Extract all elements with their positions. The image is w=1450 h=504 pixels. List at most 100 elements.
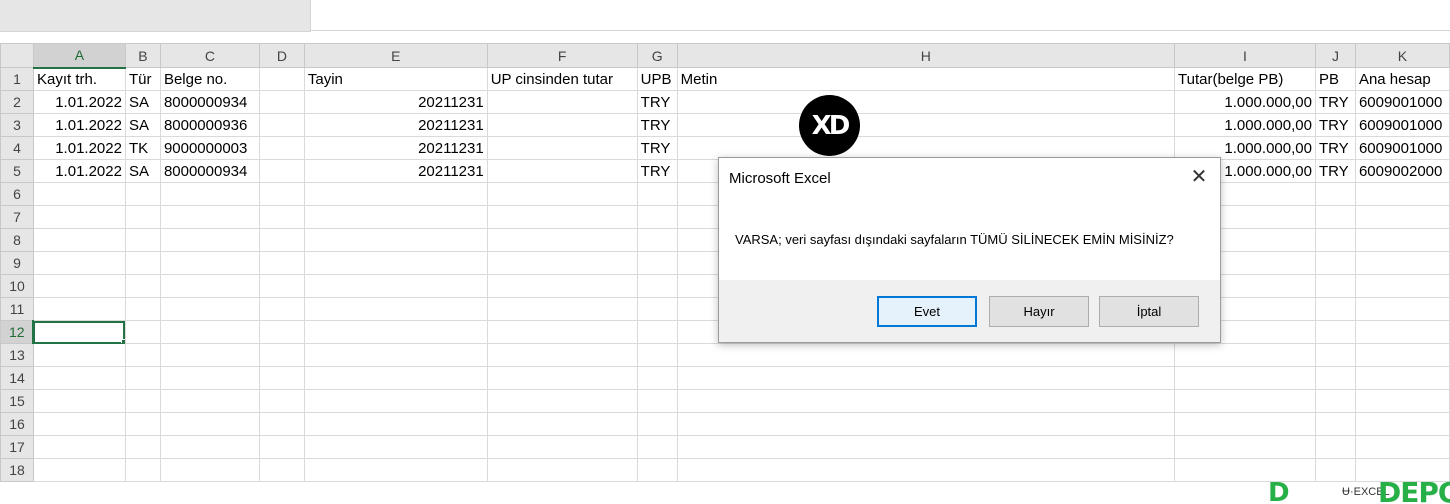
cell-i2[interactable]: 1.000.000,00 <box>1174 90 1316 114</box>
row-header-10[interactable]: 10 <box>0 274 34 298</box>
cell-c2[interactable]: 8000000934 <box>159 90 260 114</box>
cell-g11[interactable] <box>636 297 678 321</box>
cell-b17[interactable] <box>124 435 161 459</box>
cell-k11[interactable] <box>1354 297 1450 321</box>
cell-c1[interactable]: Belge no. <box>159 67 260 91</box>
cell-b2[interactable]: SA <box>124 90 161 114</box>
cell-e14[interactable] <box>303 366 488 390</box>
cell-e8[interactable] <box>303 228 488 252</box>
cell-i1[interactable]: Tutar(belge PB) <box>1174 67 1316 91</box>
cell-h1[interactable]: Metin <box>676 67 1176 91</box>
cell-c14[interactable] <box>159 366 260 390</box>
cell-f11[interactable] <box>486 297 638 321</box>
column-header-c[interactable]: C <box>159 43 260 68</box>
column-header-g[interactable]: G <box>636 43 678 68</box>
cell-f5[interactable] <box>486 159 638 183</box>
cell-a14[interactable] <box>32 366 126 390</box>
cell-d17[interactable] <box>258 435 305 459</box>
cell-e6[interactable] <box>303 182 488 206</box>
cell-d2[interactable] <box>258 90 305 114</box>
cell-e17[interactable] <box>303 435 488 459</box>
row-header-13[interactable]: 13 <box>0 343 34 367</box>
cell-c6[interactable] <box>159 182 260 206</box>
cell-e16[interactable] <box>303 412 488 436</box>
cell-j14[interactable] <box>1314 366 1356 390</box>
cell-d13[interactable] <box>258 343 305 367</box>
cell-j10[interactable] <box>1314 274 1356 298</box>
cell-d12[interactable] <box>258 320 305 344</box>
cell-d9[interactable] <box>258 251 305 275</box>
column-header-d[interactable]: D <box>258 43 305 68</box>
cell-i16[interactable] <box>1174 412 1316 436</box>
cell-f18[interactable] <box>486 458 638 482</box>
cell-a9[interactable] <box>32 251 126 275</box>
cell-a16[interactable] <box>32 412 126 436</box>
cell-c3[interactable]: 8000000936 <box>159 113 260 137</box>
cell-c13[interactable] <box>159 343 260 367</box>
cell-e9[interactable] <box>303 251 488 275</box>
cell-j4[interactable]: TRY <box>1314 136 1356 160</box>
column-header-i[interactable]: I <box>1174 43 1316 68</box>
cell-k4[interactable]: 6009001000 <box>1354 136 1450 160</box>
cell-e13[interactable] <box>303 343 488 367</box>
cell-k5[interactable]: 6009002000 <box>1354 159 1450 183</box>
cell-a8[interactable] <box>32 228 126 252</box>
cell-k10[interactable] <box>1354 274 1450 298</box>
cell-k6[interactable] <box>1354 182 1450 206</box>
row-header-1[interactable]: 1 <box>0 67 34 91</box>
close-icon[interactable]: ✕ <box>1188 166 1210 188</box>
cell-a11[interactable] <box>32 297 126 321</box>
cell-g17[interactable] <box>636 435 678 459</box>
cell-c18[interactable] <box>159 458 260 482</box>
cell-j7[interactable] <box>1314 205 1356 229</box>
column-header-h[interactable]: H <box>676 43 1176 68</box>
cell-g9[interactable] <box>636 251 678 275</box>
cell-d6[interactable] <box>258 182 305 206</box>
cell-j5[interactable]: TRY <box>1314 159 1356 183</box>
cell-j12[interactable] <box>1314 320 1356 344</box>
cell-b12[interactable] <box>124 320 161 344</box>
cell-i3[interactable]: 1.000.000,00 <box>1174 113 1316 137</box>
cell-b4[interactable]: TK <box>124 136 161 160</box>
cell-f17[interactable] <box>486 435 638 459</box>
cell-f9[interactable] <box>486 251 638 275</box>
cell-e7[interactable] <box>303 205 488 229</box>
cell-k14[interactable] <box>1354 366 1450 390</box>
row-header-4[interactable]: 4 <box>0 136 34 160</box>
cell-e5[interactable]: 20211231 <box>303 159 488 183</box>
cell-f6[interactable] <box>486 182 638 206</box>
cell-f1[interactable]: UP cinsinden tutar <box>486 67 638 91</box>
cell-f15[interactable] <box>486 389 638 413</box>
row-header-11[interactable]: 11 <box>0 297 34 321</box>
cell-g1[interactable]: UPB <box>636 67 678 91</box>
cell-j3[interactable]: TRY <box>1314 113 1356 137</box>
cell-a3[interactable]: 1.01.2022 <box>32 113 126 137</box>
cell-b18[interactable] <box>124 458 161 482</box>
cell-g2[interactable]: TRY <box>636 90 678 114</box>
cell-g16[interactable] <box>636 412 678 436</box>
cell-f10[interactable] <box>486 274 638 298</box>
cell-a10[interactable] <box>32 274 126 298</box>
cell-b16[interactable] <box>124 412 161 436</box>
no-button[interactable]: Hayır <box>989 296 1089 327</box>
cell-g6[interactable] <box>636 182 678 206</box>
cell-c10[interactable] <box>159 274 260 298</box>
cell-g12[interactable] <box>636 320 678 344</box>
cell-g15[interactable] <box>636 389 678 413</box>
column-header-b[interactable]: B <box>124 43 161 68</box>
cell-j15[interactable] <box>1314 389 1356 413</box>
cell-d8[interactable] <box>258 228 305 252</box>
cell-h14[interactable] <box>676 366 1176 390</box>
cell-d3[interactable] <box>258 113 305 137</box>
cell-b5[interactable]: SA <box>124 159 161 183</box>
cell-e10[interactable] <box>303 274 488 298</box>
cell-h16[interactable] <box>676 412 1176 436</box>
cell-a17[interactable] <box>32 435 126 459</box>
row-header-16[interactable]: 16 <box>0 412 34 436</box>
cell-a15[interactable] <box>32 389 126 413</box>
cell-d18[interactable] <box>258 458 305 482</box>
cell-b1[interactable]: Tür <box>124 67 161 91</box>
cell-k15[interactable] <box>1354 389 1450 413</box>
cell-j1[interactable]: PB <box>1314 67 1356 91</box>
cell-f14[interactable] <box>486 366 638 390</box>
